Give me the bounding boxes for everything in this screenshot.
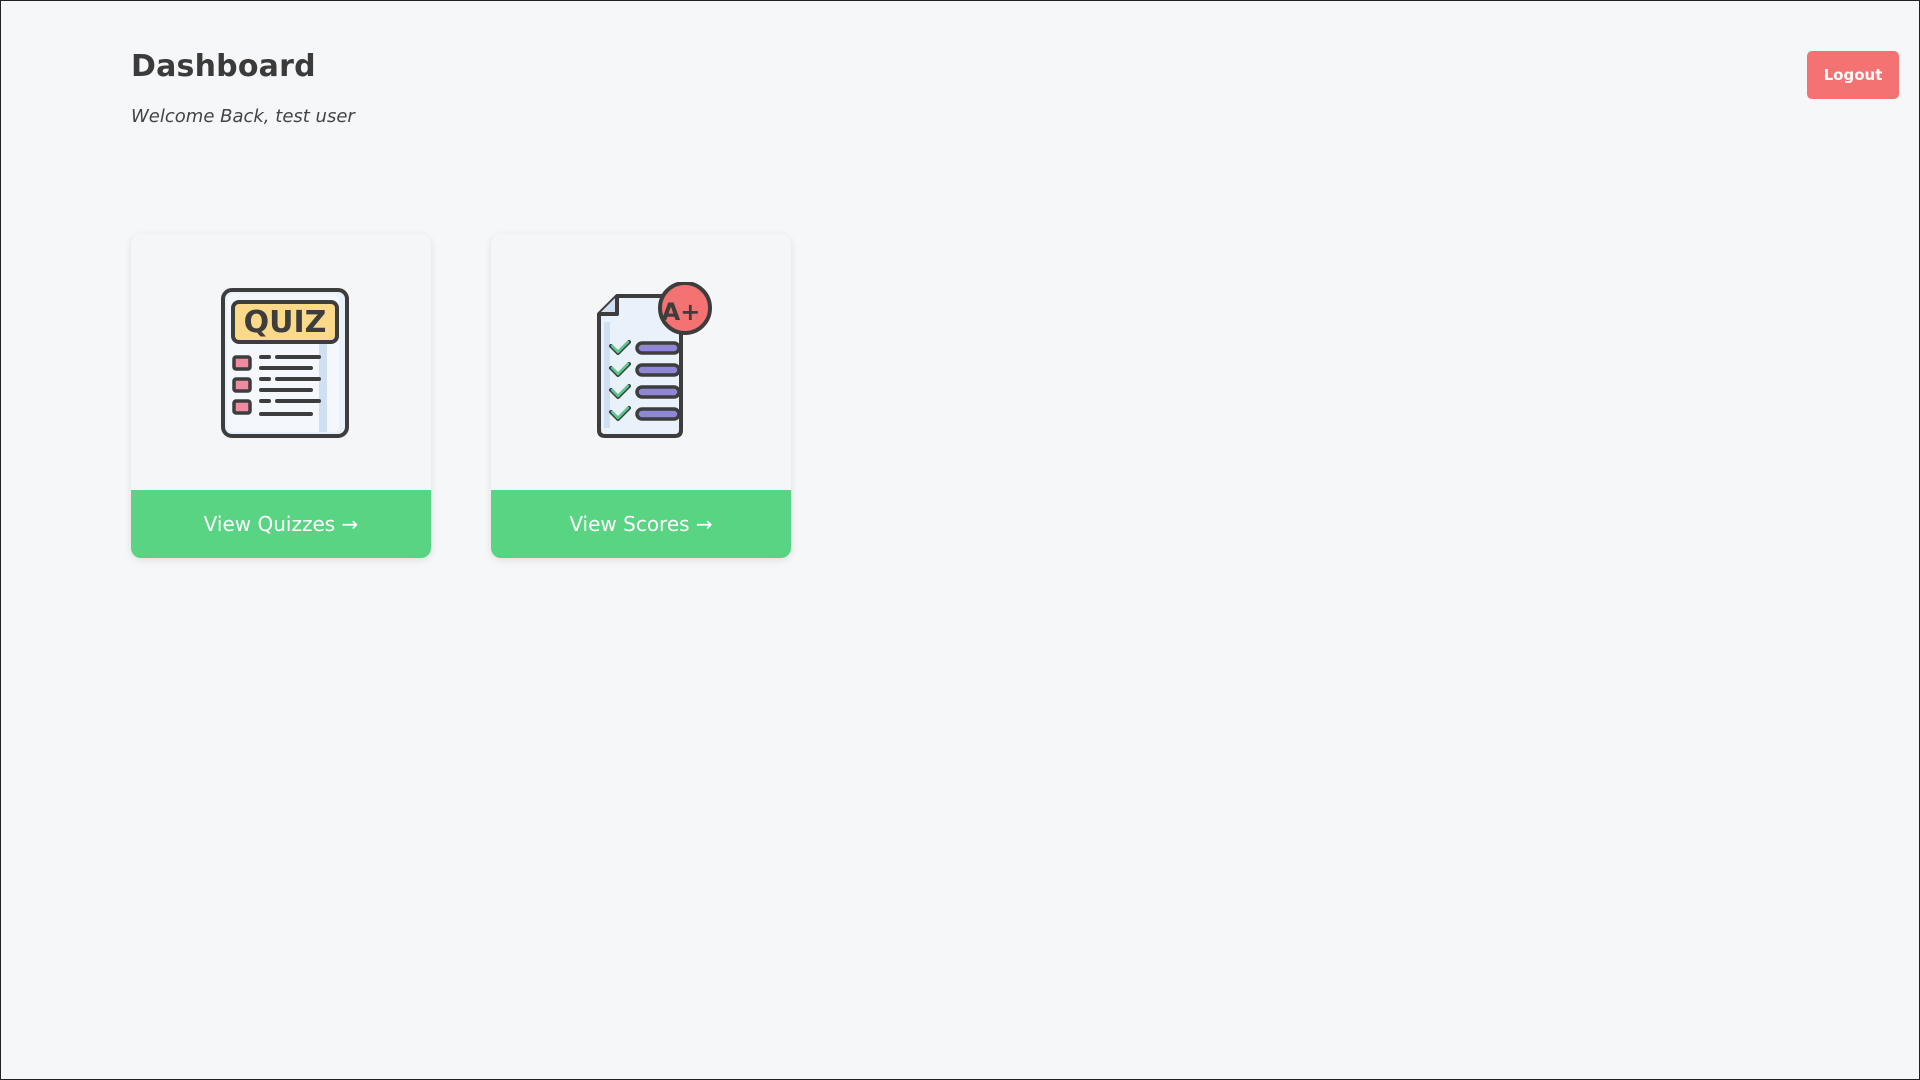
quiz-icon-text: QUIZ xyxy=(244,305,327,340)
page-title: Dashboard xyxy=(131,49,316,84)
welcome-message: Welcome Back, test user xyxy=(131,106,355,127)
view-scores-button[interactable]: View Scores → xyxy=(491,490,791,558)
graded-checklist-icon: A+ xyxy=(597,282,712,438)
quizzes-card-image: QUIZ xyxy=(131,234,431,490)
page-header: Dashboard Welcome Back, test user xyxy=(131,49,355,127)
quizzes-card[interactable]: QUIZ View Quizzes → xyxy=(131,234,431,558)
scores-card-image: A+ xyxy=(491,234,791,490)
scores-card[interactable]: A+ View Scores → xyxy=(491,234,791,558)
dashboard-cards: QUIZ View Quizzes → A+ View Scores → xyxy=(131,234,791,558)
quiz-document-icon: QUIZ xyxy=(221,288,349,438)
logout-button[interactable]: Logout xyxy=(1807,51,1899,99)
view-quizzes-button[interactable]: View Quizzes → xyxy=(131,490,431,558)
grade-icon-text: A+ xyxy=(662,298,701,326)
